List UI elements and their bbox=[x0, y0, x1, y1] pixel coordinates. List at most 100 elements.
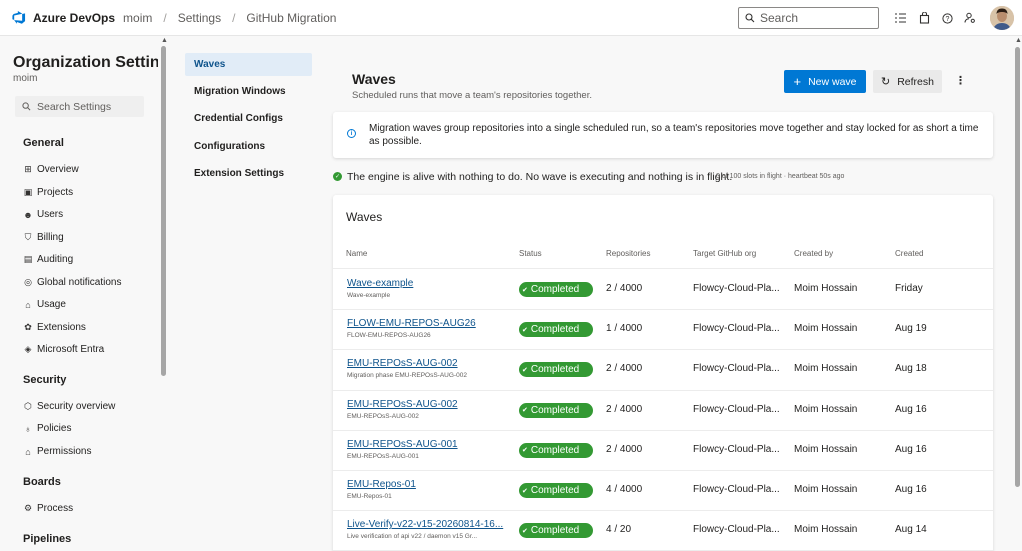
wave-name-link[interactable]: Live-Verify-v22-v15-20260814-16... bbox=[347, 519, 503, 530]
subnav-extension-settings[interactable]: Extension Settings bbox=[185, 162, 312, 185]
column-header-repositories[interactable]: Repositories bbox=[606, 249, 650, 258]
avatar[interactable] bbox=[990, 6, 1014, 30]
check-icon: ✔ bbox=[522, 366, 528, 374]
check-icon: ✔ bbox=[522, 326, 528, 334]
repositories-cell: 4 / 20 bbox=[606, 524, 632, 536]
marketplace-bag-icon[interactable] bbox=[916, 10, 932, 26]
created-cell: Aug 16 bbox=[895, 484, 927, 495]
engine-status-text: The engine is alive with nothing to do. … bbox=[347, 171, 733, 183]
info-icon: i bbox=[347, 129, 356, 138]
entra-icon: ◈ bbox=[24, 344, 32, 354]
row-divider bbox=[333, 429, 993, 431]
status-badge-label: Completed bbox=[530, 284, 580, 295]
wave-description: Live verification of api v22 / daemon v1… bbox=[347, 533, 478, 541]
repositories-cell: 2 / 4000 bbox=[606, 403, 643, 415]
target-org-cell: Flowcy-Cloud-Pla... bbox=[693, 363, 780, 375]
nav-item-policies[interactable]: ♁ Policies bbox=[23, 423, 72, 434]
column-header-target-org[interactable]: Target GitHub org bbox=[693, 249, 756, 258]
status-badge: ✔ Completed bbox=[519, 523, 593, 539]
nav-item-overview[interactable]: ⊞ Overview bbox=[23, 164, 78, 175]
created-cell: Aug 16 bbox=[895, 443, 927, 455]
search-input[interactable] bbox=[760, 11, 870, 25]
brand-name[interactable]: Azure DevOps bbox=[33, 11, 115, 25]
status-badge-label: Completed bbox=[530, 404, 580, 416]
more-options-icon[interactable]: ⋮ bbox=[955, 74, 966, 87]
nav-item-billing[interactable]: ⛉ Billing bbox=[23, 232, 64, 243]
created-by-cell: Moim Hossain bbox=[794, 403, 858, 415]
status-badge-label: Completed bbox=[530, 525, 580, 537]
wave-name-link[interactable]: Wave-example bbox=[347, 278, 413, 289]
wave-name-link[interactable]: EMU-REPOsS-AUG-002 bbox=[347, 358, 458, 369]
check-icon: ✔ bbox=[522, 286, 528, 294]
wave-description: Wave-example bbox=[347, 292, 391, 299]
wave-name-link[interactable]: EMU-Repos-01 bbox=[347, 479, 416, 490]
status-badge-label: Completed bbox=[530, 324, 580, 336]
nav-item-security-overview[interactable]: ⬡ Security overview bbox=[23, 401, 115, 412]
nav-item-auditing[interactable]: ▤ Auditing bbox=[23, 254, 73, 265]
subnav-configurations[interactable]: Configurations bbox=[185, 135, 312, 158]
row-divider bbox=[333, 389, 993, 391]
wave-description: EMU-Repos-01 bbox=[347, 493, 392, 500]
refresh-button[interactable]: ↻ Refresh bbox=[873, 70, 942, 93]
svg-text:?: ? bbox=[945, 16, 949, 23]
row-divider bbox=[333, 349, 993, 351]
column-header-name[interactable]: Name bbox=[346, 249, 367, 258]
row-divider bbox=[333, 309, 993, 311]
repositories-cell: 4 / 4000 bbox=[606, 484, 643, 495]
work-items-icon[interactable] bbox=[892, 10, 908, 26]
global-search[interactable] bbox=[738, 7, 879, 29]
nav-item-extensions[interactable]: ✿ Extensions bbox=[23, 322, 86, 333]
target-org-cell: Flowcy-Cloud-Pla... bbox=[693, 323, 780, 335]
azure-devops-logo-icon[interactable] bbox=[10, 10, 26, 26]
created-cell: Aug 18 bbox=[895, 363, 927, 375]
row-divider bbox=[333, 470, 993, 471]
nav-item-microsoft-entra[interactable]: ◈ Microsoft Entra bbox=[23, 344, 105, 355]
subnav-credential-configs[interactable]: Credential Configs bbox=[185, 107, 312, 130]
repositories-cell: 2 / 4000 bbox=[606, 363, 643, 375]
nav-item-permissions[interactable]: ⌂ Permissions bbox=[23, 446, 91, 457]
table-title: Waves bbox=[346, 210, 383, 224]
breadcrumb-github-migration[interactable]: GitHub Migration bbox=[246, 11, 336, 25]
subnav-migration-windows[interactable]: Migration Windows bbox=[185, 80, 312, 103]
row-divider bbox=[333, 510, 993, 512]
breadcrumb-org[interactable]: moim bbox=[123, 11, 152, 25]
repositories-cell: 1 / 4000 bbox=[606, 323, 643, 335]
column-header-created[interactable]: Created bbox=[895, 249, 923, 258]
engine-status-meta: 0 of 100 slots in flight · heartbeat 50s… bbox=[716, 173, 845, 180]
created-by-cell: Moim Hossain bbox=[794, 283, 858, 294]
nav-item-projects[interactable]: ▣ Projects bbox=[23, 187, 73, 198]
breadcrumb-settings[interactable]: Settings bbox=[178, 11, 221, 25]
user-settings-icon[interactable] bbox=[962, 10, 978, 26]
nav-item-global-notifications[interactable]: ◎ Global notifications bbox=[23, 277, 121, 288]
table-header-divider bbox=[333, 268, 993, 269]
wave-name-link[interactable]: EMU-REPOsS-AUG-002 bbox=[347, 399, 458, 410]
subnav-waves[interactable]: Waves bbox=[185, 53, 312, 76]
column-header-created-by[interactable]: Created by bbox=[794, 249, 833, 258]
left-nav-scrollbar[interactable] bbox=[161, 46, 166, 376]
created-cell: Aug 16 bbox=[895, 403, 927, 415]
auditing-icon: ▤ bbox=[23, 254, 33, 264]
repositories-cell: 2 / 4000 bbox=[606, 443, 643, 455]
policies-icon: ♁ bbox=[24, 423, 32, 434]
nav-item-process[interactable]: ⚙ Process bbox=[23, 503, 73, 514]
nav-item-users[interactable]: ☻ Users bbox=[23, 209, 63, 220]
help-icon[interactable]: ? bbox=[939, 10, 955, 26]
wave-name-link[interactable]: FLOW-EMU-REPOS-AUG26 bbox=[347, 318, 476, 329]
settings-search-placeholder: Search Settings bbox=[37, 100, 112, 113]
lock-icon: ⌂ bbox=[25, 446, 31, 457]
status-badge: ✔ Completed bbox=[519, 483, 593, 498]
check-icon: ✔ bbox=[522, 527, 528, 535]
nav-section-pipelines: Pipelines bbox=[23, 533, 72, 545]
top-bar: Azure DevOps moim / Settings / GitHub Mi… bbox=[0, 0, 1022, 36]
wave-name-link[interactable]: EMU-REPOsS-AUG-001 bbox=[347, 439, 458, 450]
settings-search[interactable]: Search Settings bbox=[15, 96, 144, 117]
org-settings-title: Organization Settings bbox=[13, 54, 158, 71]
org-name: moim bbox=[13, 73, 38, 84]
main-scrollbar[interactable] bbox=[1015, 47, 1020, 487]
nav-item-usage[interactable]: ⌂ Usage bbox=[23, 299, 66, 310]
scroll-up-arrow-icon[interactable]: ▲ bbox=[1015, 37, 1022, 44]
new-wave-button[interactable]: + New wave bbox=[784, 70, 866, 93]
target-org-cell: Flowcy-Cloud-Pla... bbox=[693, 403, 780, 415]
column-header-status[interactable]: Status bbox=[519, 249, 542, 258]
scroll-up-arrow-icon[interactable]: ▲ bbox=[161, 37, 168, 44]
